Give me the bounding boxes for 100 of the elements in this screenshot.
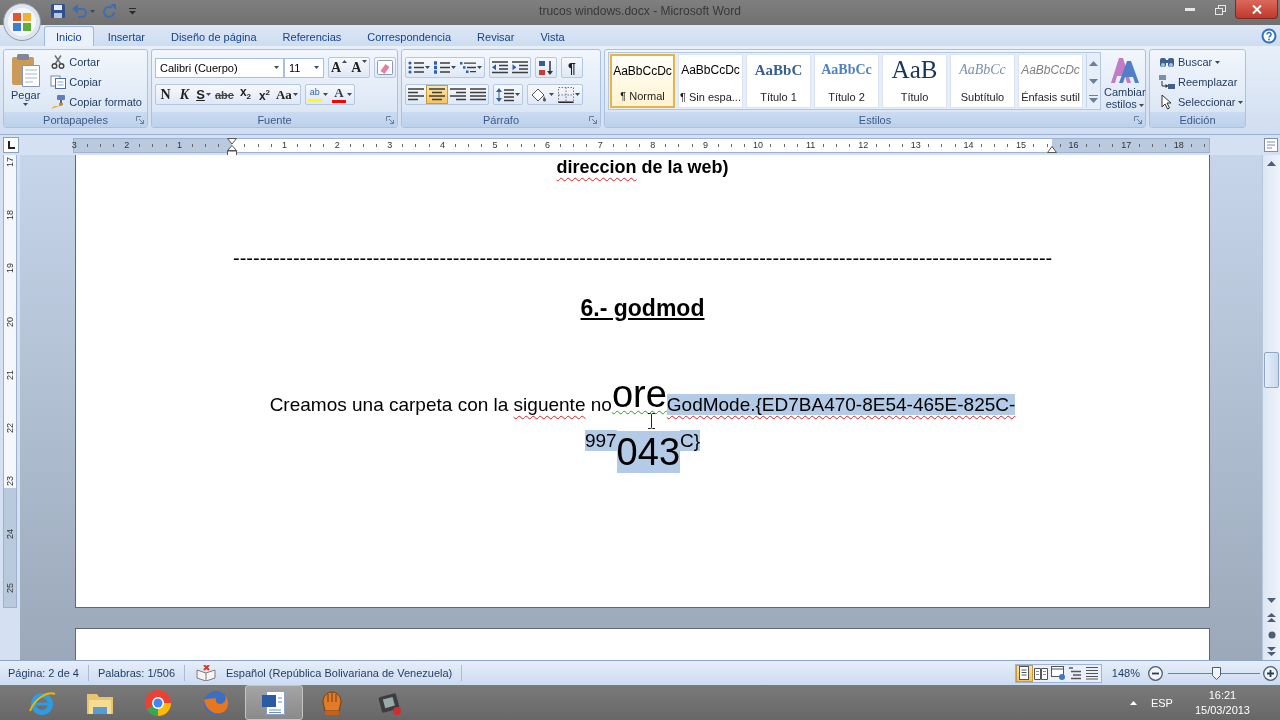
- scroll-up-icon[interactable]: [1088, 60, 1098, 66]
- slider-thumb[interactable]: [1212, 666, 1222, 680]
- next-page-icon[interactable]: [1267, 647, 1276, 656]
- sort-button[interactable]: [535, 57, 557, 78]
- dialog-launcher-icon[interactable]: [589, 115, 597, 124]
- subscript-button[interactable]: x$_{2}$: [235, 85, 255, 104]
- word-count[interactable]: Palabras: 1/506: [91, 663, 181, 683]
- dialog-launcher-icon[interactable]: [136, 115, 144, 124]
- highlight-button[interactable]: ab: [305, 85, 330, 104]
- ribbon-tab[interactable]: Vista: [528, 26, 577, 46]
- window-title: trucos windows.docx - Microsoft Word: [539, 3, 741, 20]
- caret-icon: [1138, 103, 1144, 107]
- ruler-number: 3: [387, 138, 393, 152]
- taskbar-button[interactable]: [245, 685, 303, 720]
- align-center-button[interactable]: [426, 85, 448, 104]
- paste-button[interactable]: Pegar: [7, 52, 45, 112]
- change-styles-button[interactable]: Cambiar estilos: [1104, 52, 1146, 112]
- proofing-icon[interactable]: [196, 665, 216, 681]
- ruler-number: 13: [910, 138, 921, 152]
- superscript-button[interactable]: x$^{2}$: [254, 85, 274, 104]
- group-label: Fuente: [257, 113, 292, 126]
- scroll-down-icon[interactable]: [1267, 598, 1276, 603]
- show-formatting-marks-button[interactable]: ¶: [561, 57, 583, 78]
- scroll-up-icon[interactable]: [1267, 161, 1276, 166]
- restore-icon[interactable]: [1214, 4, 1226, 15]
- borders-button[interactable]: [556, 85, 582, 104]
- zoom-level[interactable]: 148%: [1111, 667, 1140, 679]
- styles-icon: [1109, 56, 1140, 84]
- numbering-button[interactable]: [432, 58, 458, 77]
- strikethrough-button[interactable]: abe: [213, 85, 236, 104]
- help-icon[interactable]: [1261, 27, 1277, 44]
- clock-date[interactable]: 15/03/2013: [1194, 702, 1250, 718]
- scroll-down-icon[interactable]: [1088, 78, 1098, 84]
- ruler-number: 23: [4, 475, 16, 489]
- style-option[interactable]: AaBbCcDc ¶ Normal: [610, 54, 675, 108]
- print-layout-icon: [1017, 666, 1032, 680]
- right-indent-marker-icon[interactable]: [1047, 145, 1057, 153]
- bold-button[interactable]: N: [156, 85, 175, 104]
- select-button[interactable]: Seleccionar: [1156, 92, 1246, 112]
- grow-font-button[interactable]: A: [329, 58, 350, 77]
- input-language[interactable]: ESP: [1150, 696, 1173, 709]
- copy-button[interactable]: Copiar: [47, 72, 144, 92]
- caret-up-icon[interactable]: [1129, 700, 1137, 705]
- tab-stop-icon: [6, 140, 16, 150]
- group-label: Párrafo: [482, 113, 520, 126]
- close-icon: [1251, 4, 1262, 14]
- ribbon-tab[interactable]: Referencias: [270, 26, 354, 46]
- find-button[interactable]: Buscar: [1156, 52, 1246, 72]
- font-family-dropdown[interactable]: Calibri (Cuerpo): [155, 57, 284, 78]
- clear-formatting-button[interactable]: [374, 57, 397, 78]
- browse-object-icon[interactable]: [1267, 630, 1276, 639]
- cut-button[interactable]: Cortar: [47, 52, 144, 72]
- zoom-in-icon[interactable]: [1263, 665, 1278, 681]
- shrink-font-button[interactable]: A: [349, 58, 370, 77]
- ruler-number: 18: [1173, 138, 1184, 152]
- style-option[interactable]: AaB Título: [882, 54, 947, 108]
- ribbon-tab[interactable]: Correspondencia: [355, 26, 464, 46]
- change-case-button[interactable]: Aa: [273, 85, 300, 104]
- style-option[interactable]: AaBbCcDc Énfasis sutil: [1018, 54, 1083, 108]
- style-option[interactable]: AaBbCcDc ¶ Sin espa...: [678, 54, 743, 108]
- page-count[interactable]: Página: 2 de 4: [2, 663, 85, 683]
- ruler-number: 20: [4, 315, 16, 329]
- outline-button[interactable]: [1066, 664, 1084, 682]
- caret-icon: [515, 93, 520, 96]
- font-size-dropdown[interactable]: 11: [284, 57, 324, 78]
- style-option[interactable]: AaBbCc Subtítulo: [950, 54, 1015, 108]
- web-layout-button[interactable]: [1049, 664, 1067, 682]
- ribbon-tab[interactable]: Inicio: [44, 26, 94, 46]
- style-option[interactable]: AaBbC Título 1: [746, 54, 811, 108]
- draft-button[interactable]: [1083, 664, 1101, 682]
- close-button[interactable]: [1235, 0, 1278, 19]
- caret-icon: [425, 66, 430, 69]
- more-icon[interactable]: [1088, 95, 1098, 103]
- underline-button[interactable]: S: [194, 85, 213, 104]
- caret-icon: [274, 66, 279, 69]
- ruler-toggle-icon[interactable]: [1264, 138, 1278, 152]
- line-spacing-button[interactable]: [493, 84, 523, 105]
- save-icon[interactable]: [50, 3, 66, 19]
- tab-stop-selector[interactable]: [3, 137, 19, 153]
- increase-indent-icon: [512, 61, 528, 74]
- font-color-button[interactable]: A: [329, 85, 354, 104]
- dialog-launcher-icon[interactable]: [386, 115, 394, 124]
- print-layout-button[interactable]: [1015, 664, 1033, 682]
- ribbon-tab[interactable]: Insertar: [95, 26, 157, 46]
- language-status[interactable]: Español (República Bolivariana de Venezuela): [220, 663, 459, 683]
- zoom-out-icon[interactable]: [1148, 665, 1163, 681]
- customize-menu-icon[interactable]: [129, 7, 136, 15]
- italic-button[interactable]: K: [175, 85, 194, 104]
- numbering-icon: [434, 61, 450, 74]
- clock-time[interactable]: 16:21: [1208, 687, 1237, 703]
- ribbon-tab[interactable]: Revisar: [465, 26, 527, 46]
- replace-button[interactable]: Reemplazar: [1156, 72, 1246, 92]
- indent-marker-icon[interactable]: [227, 137, 237, 156]
- previous-page-icon[interactable]: [1267, 613, 1276, 622]
- scrollbar-thumb[interactable]: [1264, 352, 1279, 388]
- ribbon-tab[interactable]: Diseño de página: [159, 26, 269, 46]
- dialog-launcher-icon[interactable]: [1134, 115, 1142, 124]
- format-painter-button[interactable]: Copiar formato: [47, 92, 144, 112]
- style-option[interactable]: AaBbCc Título 2: [814, 54, 879, 108]
- ruler-number: 5: [492, 138, 498, 152]
